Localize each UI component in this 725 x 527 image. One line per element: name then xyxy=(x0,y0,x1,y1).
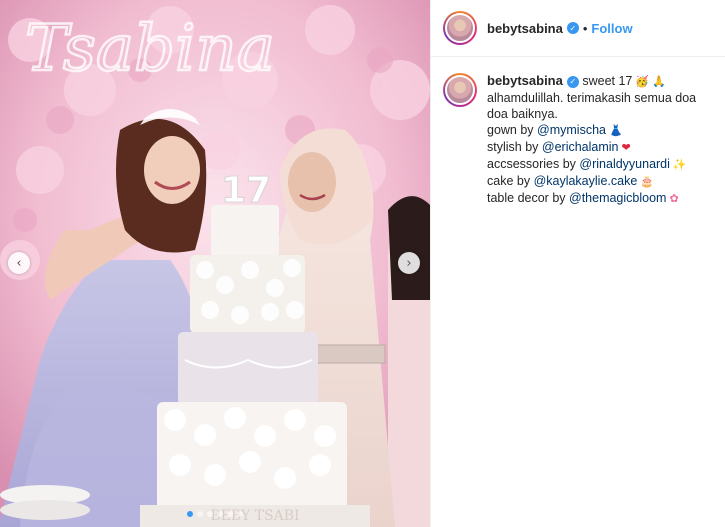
caption-body: bebytsabina ✓ sweet 17 🥳 🙏 alhamdulillah. t… xyxy=(487,73,713,207)
caption-avatar[interactable] xyxy=(443,73,477,107)
mention-link[interactable]: @erichalamin xyxy=(542,140,619,154)
cake-icon: 🎂 xyxy=(640,175,654,188)
caption-line: doa baiknya. xyxy=(487,107,558,121)
carousel-dot[interactable] xyxy=(217,511,223,517)
mention-link[interactable]: @rinaldyyunardi xyxy=(579,157,670,171)
mention-link[interactable]: @kaylakaylie.cake xyxy=(534,174,638,188)
caption-prefix: stylish by xyxy=(487,140,542,154)
neon-sign: Tsabina xyxy=(25,12,275,86)
carousel-dot[interactable] xyxy=(227,511,233,517)
post-photo[interactable]: Tsabina BEBY TSABI 17 ‹ › xyxy=(0,0,430,527)
verified-badge-icon: ✓ xyxy=(566,22,579,34)
separator-dot: • xyxy=(582,20,588,36)
carousel-prev-button[interactable]: ‹ xyxy=(8,252,30,274)
post-side-panel: bebytsabina ✓ • Follow bebytsabina ✓ swee… xyxy=(430,0,725,527)
carousel-dot[interactable] xyxy=(197,511,203,517)
heart-icon: ❤ xyxy=(621,141,631,154)
post-image: Tsabina BEBY TSABI 17 xyxy=(0,0,430,527)
carousel-dots xyxy=(0,511,430,517)
caption-prefix: gown by xyxy=(487,123,538,137)
mention-link[interactable]: @mymischa xyxy=(537,123,606,137)
caption: bebytsabina ✓ sweet 17 🥳 🙏 alhamdulillah. t… xyxy=(431,57,725,207)
chevron-left-icon: ‹ xyxy=(16,255,22,271)
caption-username[interactable]: bebytsabina xyxy=(487,73,563,88)
header-username[interactable]: bebytsabina xyxy=(487,21,563,36)
follow-button[interactable]: Follow xyxy=(591,21,632,36)
praying-hands-icon: 🙏 xyxy=(652,75,666,88)
carousel-dot[interactable] xyxy=(187,511,193,517)
mention-link[interactable]: @themagicbloom xyxy=(569,191,666,205)
cake-topper-17: 17 xyxy=(221,170,271,211)
chevron-right-icon: › xyxy=(406,255,412,271)
carousel-dot[interactable] xyxy=(207,511,213,517)
caption-prefix: cake by xyxy=(487,174,534,188)
smiling-face-icon: 🥳 xyxy=(635,75,650,88)
caption-line: alhamdulillah. terimakasih semua doa xyxy=(487,91,697,105)
caption-prefix: table decor by xyxy=(487,191,569,205)
dress-icon: 👗 xyxy=(608,124,623,137)
carousel-dot[interactable] xyxy=(237,511,243,517)
verified-badge-icon: ✓ xyxy=(566,75,579,88)
caption-text: sweet 17 xyxy=(582,74,633,88)
caption-prefix: accsessories by xyxy=(487,157,580,171)
post-header: bebytsabina ✓ • Follow xyxy=(431,0,725,57)
blossom-icon: ✿ xyxy=(669,192,679,205)
carousel-next-button[interactable]: › xyxy=(398,252,420,274)
sparkles-icon: ✨ xyxy=(672,158,687,171)
avatar[interactable] xyxy=(443,11,477,45)
